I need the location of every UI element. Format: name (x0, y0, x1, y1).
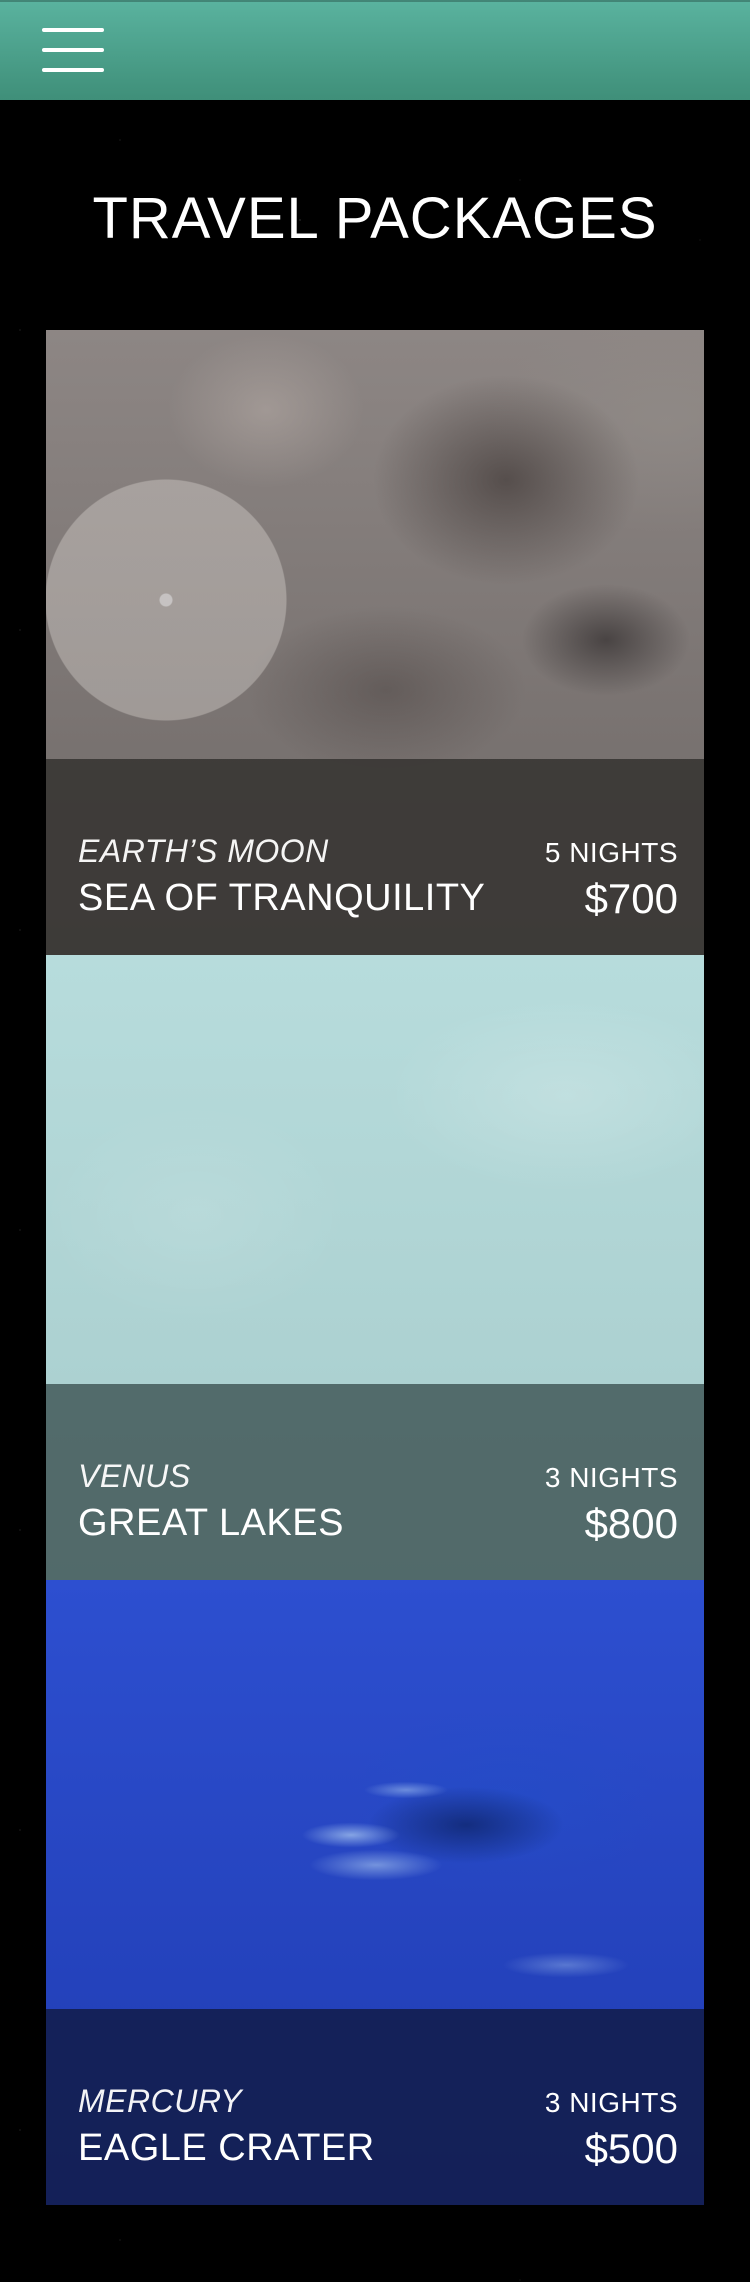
package-card-eagle-crater[interactable]: MERCURY EAGLE CRATER 3 NIGHTS $500 (46, 1580, 704, 2205)
menu-line (42, 28, 104, 32)
package-price: $700 (584, 875, 678, 922)
package-nights: 3 NIGHTS (544, 2087, 678, 2118)
package-destination: VENUS (78, 1458, 191, 1494)
package-info-panel: EARTH’S MOON SEA OF TRANQUILITY 5 NIGHTS… (46, 759, 704, 955)
package-info-panel: MERCURY EAGLE CRATER 3 NIGHTS $500 (46, 2009, 704, 2205)
package-name: GREAT LAKES (78, 1502, 344, 1544)
top-header-bar (0, 0, 750, 100)
package-nights: 5 NIGHTS (544, 837, 678, 868)
package-nights: 3 NIGHTS (544, 1462, 678, 1493)
package-info-panel: VENUS GREAT LAKES 3 NIGHTS $800 (46, 1384, 704, 1580)
package-card-sea-of-tranquility[interactable]: EARTH’S MOON SEA OF TRANQUILITY 5 NIGHTS… (46, 330, 704, 955)
hamburger-menu-icon[interactable] (42, 28, 104, 72)
travel-packages-list: EARTH’S MOON SEA OF TRANQUILITY 5 NIGHTS… (46, 330, 704, 2205)
package-name: SEA OF TRANQUILITY (78, 877, 486, 919)
package-price: $800 (584, 1500, 678, 1547)
menu-line (42, 48, 104, 52)
package-destination: EARTH’S MOON (78, 833, 329, 869)
package-card-great-lakes[interactable]: VENUS GREAT LAKES 3 NIGHTS $800 (46, 955, 704, 1580)
package-name: EAGLE CRATER (78, 2127, 375, 2169)
menu-line (42, 68, 104, 72)
page-title: TRAVEL PACKAGES (92, 186, 658, 251)
package-price: $500 (584, 2125, 678, 2172)
package-destination: MERCURY (78, 2083, 243, 2119)
